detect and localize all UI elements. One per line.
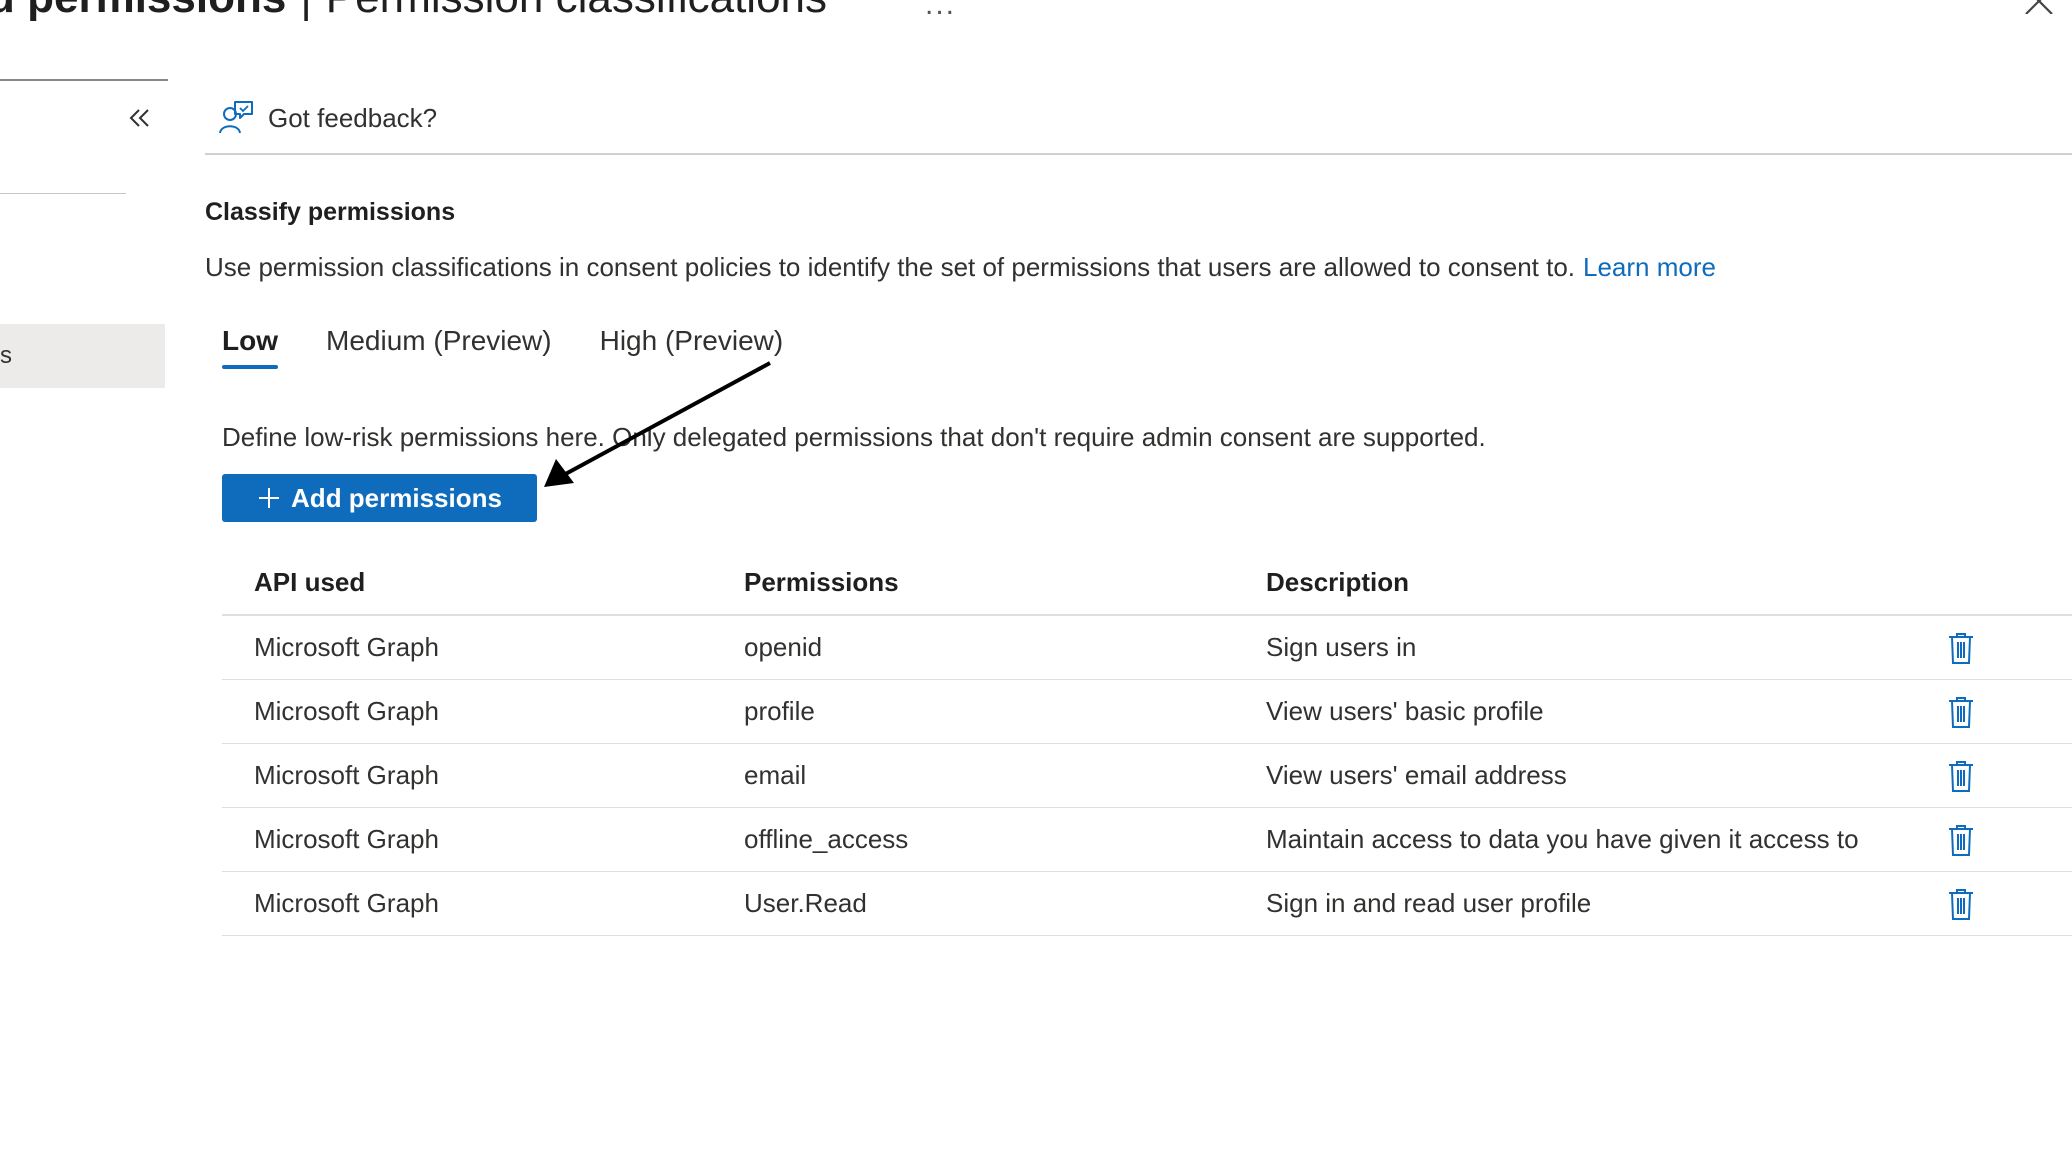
table-row: Microsoft Graph offline_access Maintain … [222, 808, 2072, 872]
cell-permission: offline_access [744, 824, 909, 854]
cell-permission: openid [744, 632, 823, 662]
cell-api: Microsoft Graph [254, 760, 439, 790]
add-permissions-button[interactable]: Add permissions [222, 474, 537, 522]
plus-icon [259, 488, 280, 508]
table-row: Microsoft Graph profile View users' basi… [222, 680, 2072, 744]
cell-description: Sign in and read user profile [1266, 888, 1592, 918]
delete-trash-icon[interactable] [1946, 695, 1976, 729]
nav-divider [0, 79, 168, 81]
column-header-permissions: Permissions [744, 566, 899, 597]
cell-permission: profile [744, 696, 815, 726]
feedback-button[interactable]: Got feedback? [218, 98, 437, 138]
cell-description: View users' email address [1266, 760, 1567, 790]
tab-medium[interactable]: Medium (Preview) [326, 325, 552, 369]
table-row: Microsoft Graph email View users' email … [222, 744, 2072, 808]
feedback-person-icon [219, 101, 253, 134]
table-row: Microsoft Graph openid Sign users in [222, 616, 2072, 680]
cell-api: Microsoft Graph [254, 696, 439, 726]
blade-title: d permissions | Permission classifications [0, 0, 827, 26]
cell-api: Microsoft Graph [254, 824, 439, 854]
blade-title-sub: Permission classifications [326, 0, 827, 22]
nav-item-selected[interactable]: s [0, 324, 165, 388]
section-description-text: Use permission classifications in consen… [205, 252, 1576, 282]
page: d permissions | Permission classifications… [0, 0, 2072, 1168]
feedback-label: Got feedback? [268, 102, 438, 133]
add-permissions-label: Add permissions [291, 482, 502, 513]
column-header-description: Description [1266, 566, 1410, 597]
cell-permission: User.Read [744, 888, 867, 918]
cell-api: Microsoft Graph [254, 888, 439, 918]
table-header: API used Permissions Description [222, 550, 2072, 616]
blade-title-separator: | [300, 0, 311, 22]
cell-permission: email [744, 760, 807, 790]
tab-description: Define low-risk permissions here. Only d… [222, 422, 1486, 452]
delete-trash-icon[interactable] [1946, 759, 1976, 793]
cell-api: Microsoft Graph [254, 632, 439, 662]
close-icon[interactable] [2024, 0, 2054, 14]
table-row: Microsoft Graph User.Read Sign in and re… [222, 872, 2072, 936]
nav-divider [0, 193, 126, 194]
tab-low[interactable]: Low [222, 325, 278, 369]
delete-trash-icon[interactable] [1946, 887, 1976, 921]
permissions-table: API used Permissions Description Microso… [222, 550, 2072, 936]
delete-trash-icon[interactable] [1946, 823, 1976, 857]
section-title: Classify permissions [205, 198, 456, 226]
cell-description: Sign users in [1266, 632, 1417, 662]
annotation-arrow-icon [544, 361, 771, 487]
section-description: Use permission classifications in consen… [205, 252, 1716, 283]
cell-description: Maintain access to data you have given i… [1266, 824, 1859, 854]
collapse-chevron-icon[interactable] [126, 106, 154, 130]
learn-more-link[interactable]: Learn more [1583, 252, 1716, 282]
nav-item-label: s [0, 342, 12, 369]
column-header-api: API used [254, 566, 366, 597]
more-options-button[interactable]: ... [925, 0, 956, 22]
delete-trash-icon[interactable] [1946, 631, 1976, 665]
toolbar-divider [205, 153, 2072, 155]
blade-title-main: d permissions [0, 0, 286, 22]
cell-description: View users' basic profile [1266, 696, 1544, 726]
